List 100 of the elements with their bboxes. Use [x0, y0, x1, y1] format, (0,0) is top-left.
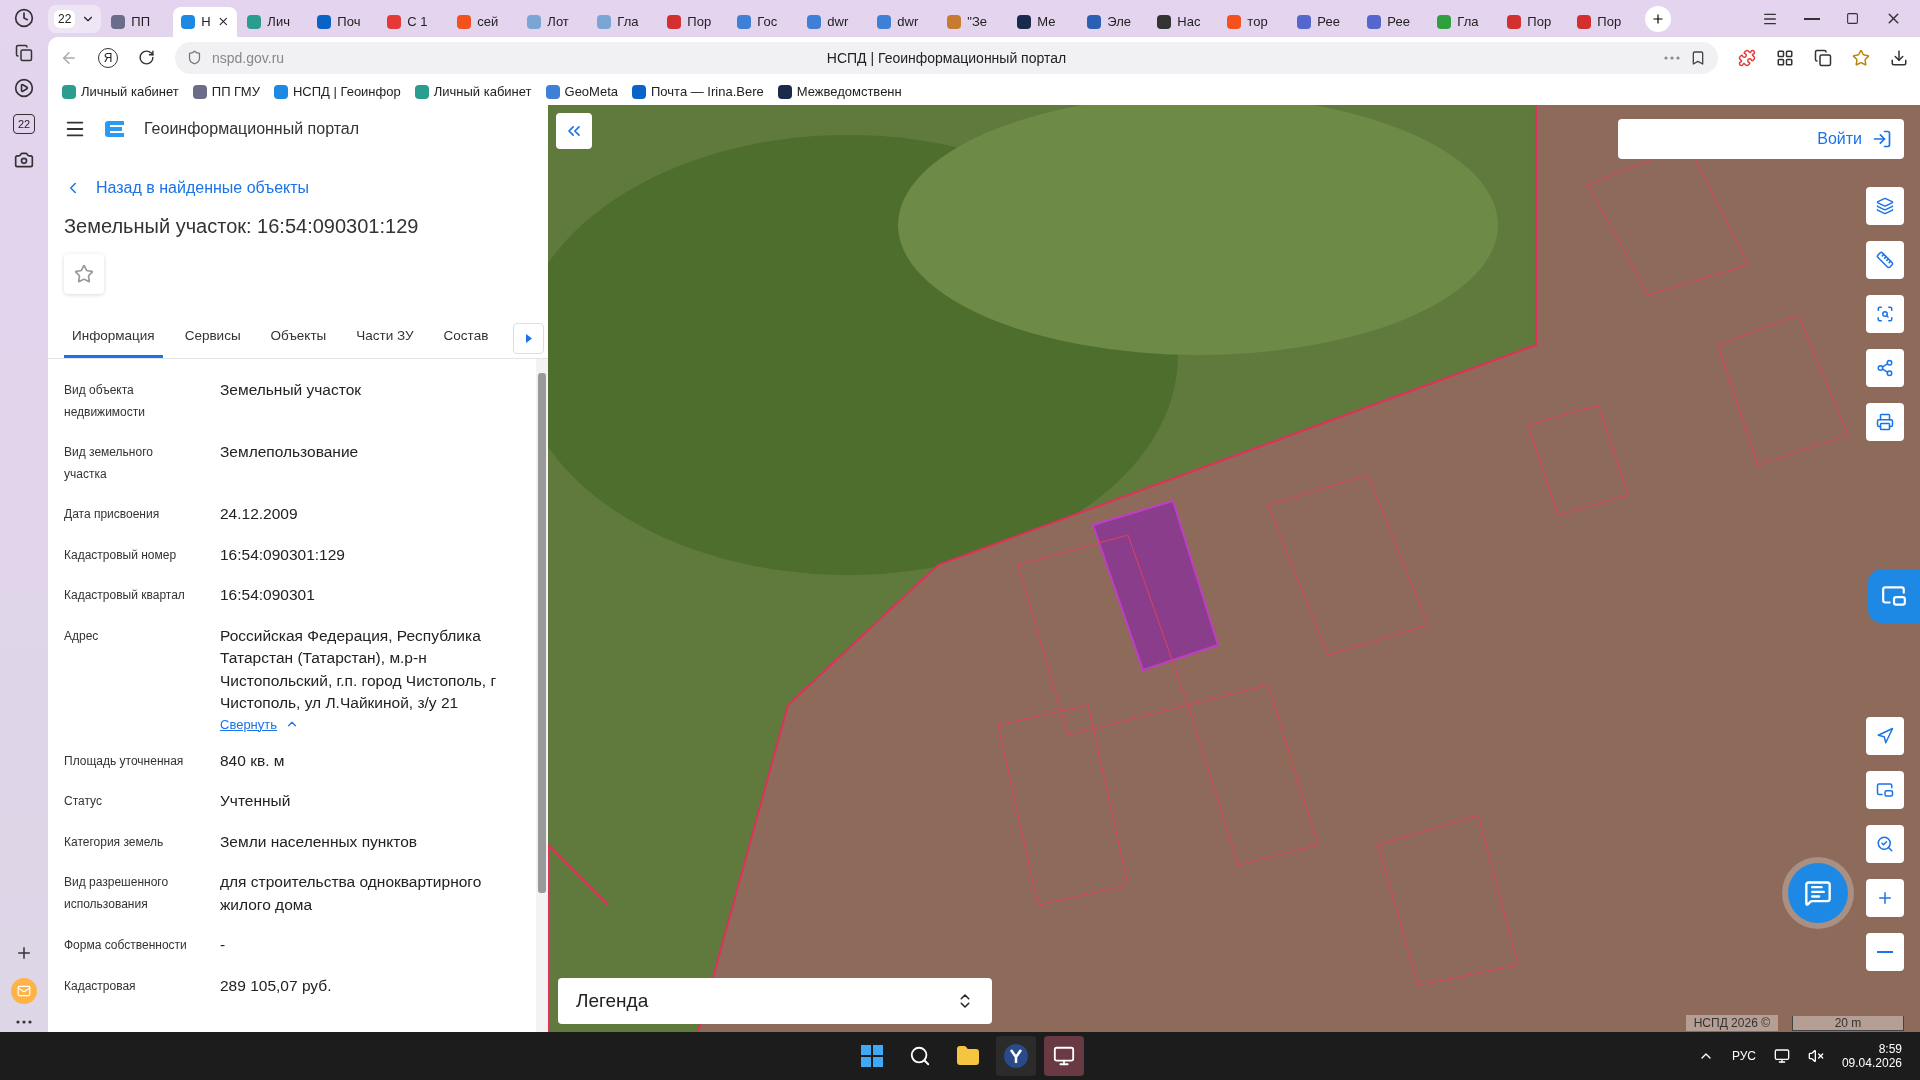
scrollbar[interactable]	[536, 359, 548, 1032]
browser-tab[interactable]: Пор	[1569, 6, 1638, 37]
extension-button[interactable]	[1814, 48, 1832, 67]
info-tab[interactable]: Объекты	[262, 328, 335, 358]
window-icon	[1876, 781, 1894, 799]
new-tab-button[interactable]	[1645, 5, 1672, 32]
property-value: Земельный участок	[220, 380, 362, 400]
satellite-map-drawing[interactable]	[548, 105, 1920, 1032]
geo-search-button[interactable]	[1866, 825, 1904, 863]
app-button[interactable]	[1044, 1036, 1084, 1076]
clock-date[interactable]: 09.04.2026	[1841, 1056, 1902, 1070]
browser-tab[interactable]: Пор	[1499, 6, 1568, 37]
login-button[interactable]: Войти	[1618, 119, 1904, 159]
zoom-out-button[interactable]	[1866, 933, 1904, 971]
browser-tab[interactable]: dwr	[799, 6, 868, 37]
property-value: -	[220, 935, 226, 955]
area-search-button[interactable]	[1866, 295, 1904, 333]
collapse-link[interactable]: Свернуть	[220, 716, 299, 732]
info-tab[interactable]: Части ЗУ	[348, 328, 422, 358]
screenshot-icon[interactable]	[14, 150, 34, 170]
more-icon[interactable]	[15, 1020, 33, 1024]
bookmark-link[interactable]: ПП ГМУ	[192, 84, 260, 99]
restore-button[interactable]	[1846, 12, 1859, 25]
address-field[interactable]: nspd.gov.ru НСПД | Геоинформационный портал	[175, 41, 1718, 74]
property-label: Кадастровый номер	[64, 546, 178, 564]
folder-icon	[956, 1044, 980, 1068]
map-mode-tab[interactable]	[1868, 569, 1920, 623]
browser-tab[interactable]: "Зе	[939, 6, 1008, 37]
browser-tab[interactable]: Гла	[589, 6, 658, 37]
property-label: Кадастровый квартал	[64, 587, 186, 604]
bookmark-link[interactable]: НСПД | Геоинфор	[273, 84, 401, 99]
property-value: Землепользование	[220, 442, 359, 462]
monitor-icon	[1773, 1048, 1790, 1064]
browser-tab[interactable]: Ме	[1009, 6, 1078, 37]
monitor-icon	[1053, 1045, 1075, 1067]
browser-tab[interactable]: ПП	[103, 6, 172, 37]
grid-icon	[1776, 48, 1794, 67]
download-button[interactable]	[1890, 48, 1908, 67]
property-label: Вид разрешенного использования	[64, 874, 170, 913]
property-value: 16:54:090301:129	[220, 544, 345, 565]
add-icon[interactable]	[15, 944, 33, 962]
collections-icon[interactable]	[15, 44, 33, 62]
share-button[interactable]	[1866, 349, 1904, 387]
history-icon[interactable]	[14, 8, 34, 28]
minimap-button[interactable]	[1866, 771, 1904, 809]
browser-tab[interactable]: сей	[449, 6, 518, 37]
clock-time[interactable]: 8:59	[1878, 1042, 1902, 1056]
map-scale: 20 m	[1792, 1016, 1904, 1031]
layers-button[interactable]	[1866, 187, 1904, 225]
layers-icon	[1876, 197, 1894, 215]
property-value: для строительства одноквартирного жилого дома	[220, 872, 483, 915]
locate-button[interactable]	[1866, 717, 1904, 755]
browser-tab[interactable]: Эле	[1079, 6, 1148, 37]
info-tab[interactable]: Сервисы	[176, 328, 249, 358]
window-icon	[1881, 583, 1907, 609]
tab-counter[interactable]: 22	[48, 4, 102, 33]
collapse-panel-button[interactable]	[556, 113, 592, 149]
bookmark-link[interactable]: Личный кабинет	[414, 84, 532, 99]
browser-button[interactable]	[996, 1036, 1036, 1076]
puzzle-icon	[1738, 48, 1756, 67]
next-tab-button[interactable]	[513, 323, 544, 354]
minimize-button[interactable]	[1804, 17, 1820, 20]
bookmark-link[interactable]: Личный кабинет	[62, 84, 179, 99]
reload-button[interactable]	[138, 49, 155, 66]
browser-tab[interactable]: dwr	[869, 6, 938, 37]
browser-tab[interactable]: Рее	[1289, 6, 1358, 37]
browser-tab[interactable]: Гла	[1429, 6, 1498, 37]
property-label: Категория земель	[64, 833, 165, 851]
calendar-icon[interactable]: 22	[13, 114, 35, 134]
print-button[interactable]	[1866, 403, 1904, 441]
bookmark-link[interactable]: GeoMeta	[545, 84, 618, 99]
plus-icon	[15, 944, 33, 962]
bookmark-link[interactable]: Межведомственн	[777, 84, 902, 99]
volume-muted-icon[interactable]	[1807, 1048, 1824, 1064]
property-value: 24.12.2009	[220, 504, 298, 524]
language-indicator[interactable]: РУС	[1731, 1049, 1756, 1063]
back-link[interactable]: Назад в найденные объекты	[64, 179, 548, 197]
browser-tab[interactable]: Лот	[519, 6, 588, 37]
browser-tab[interactable]: Н	[173, 6, 238, 37]
zoom-in-button[interactable]	[1866, 879, 1904, 917]
browser-tab[interactable]: Рее	[1359, 6, 1428, 37]
browser-tab[interactable]: тор	[1219, 6, 1288, 37]
info-tab[interactable]: Информация	[64, 328, 163, 358]
property-label: Вид объекта недвижимости	[64, 382, 146, 421]
browser-tab[interactable]: Гос	[729, 6, 798, 37]
favorite-button[interactable]	[64, 254, 104, 294]
search-icon	[1876, 835, 1894, 853]
browser-tab[interactable]: Поч	[309, 6, 378, 37]
browser-tab[interactable]: С 1	[379, 6, 448, 37]
browser-tab[interactable]: Пор	[659, 6, 728, 37]
ruler-button[interactable]	[1866, 241, 1904, 279]
legend-dropdown[interactable]: Легенда	[558, 978, 992, 1024]
info-tab[interactable]: Состав	[435, 328, 497, 358]
bookmark-icon[interactable]	[1690, 49, 1706, 66]
network-icon[interactable]	[1773, 1048, 1790, 1064]
windows-logo-icon	[861, 1045, 883, 1067]
bookmark-link[interactable]: Почта — Irina.Bere	[632, 84, 764, 99]
browser-tab[interactable]: Нас	[1149, 6, 1218, 37]
browser-tab[interactable]: Лич	[239, 6, 308, 37]
extension-button[interactable]	[1776, 48, 1794, 67]
